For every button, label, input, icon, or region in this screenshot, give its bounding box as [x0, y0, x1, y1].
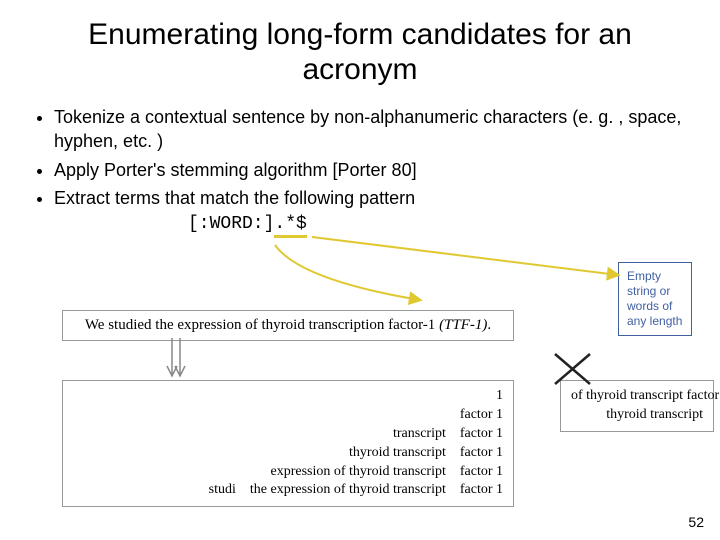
candidate-row: 1: [73, 387, 503, 406]
pattern-rest-token: .*$: [274, 214, 306, 238]
pattern-word-token: [:WORD:]: [188, 214, 274, 234]
callout-empty-string: Empty string or words of any length: [618, 262, 692, 336]
candidate-row: factor 1: [73, 406, 503, 425]
bullet-item: Tokenize a contextual sentence by non-al…: [54, 105, 692, 154]
pattern-text: [:WORD:].*$: [188, 214, 692, 238]
example-sentence-box: We studied the expression of thyroid tra…: [62, 310, 514, 341]
candidate-row: thyroid transcript: [571, 406, 703, 425]
bullet-item: Apply Porter's stemming algorithm [Porte…: [54, 158, 692, 182]
candidate-list-rejected: of thyroid transcript factor 1 thyroid t…: [560, 380, 714, 432]
candidate-list-accepted: 1 factor 1 transcript factor 1 thyroid t…: [62, 380, 514, 507]
candidate-row: transcript factor 1: [73, 425, 503, 444]
page-number: 52: [688, 514, 704, 530]
double-arrow-down-icon: [172, 338, 180, 376]
sentence-pre: We studied the expression of thyroid tra…: [85, 317, 439, 333]
bullet-list: Tokenize a contextual sentence by non-al…: [54, 105, 692, 210]
candidate-row: expression of thyroid transcript factor …: [73, 463, 503, 482]
candidate-row: studi the expression of thyroid transcri…: [73, 481, 503, 500]
bullet-item: Extract terms that match the following p…: [54, 186, 692, 210]
slide-title: Enumerating long-form candidates for an …: [28, 18, 692, 87]
slide: Enumerating long-form candidates for an …: [0, 0, 720, 540]
arrow-pattern-to-sentence: [275, 245, 420, 300]
sentence-post: .: [487, 317, 491, 333]
candidate-row: thyroid transcript factor 1: [73, 444, 503, 463]
arrow-pattern-to-callout: [312, 237, 618, 275]
candidate-row: of thyroid transcript factor 1: [571, 387, 703, 406]
sentence-acronym: (TTF-1): [439, 317, 487, 333]
